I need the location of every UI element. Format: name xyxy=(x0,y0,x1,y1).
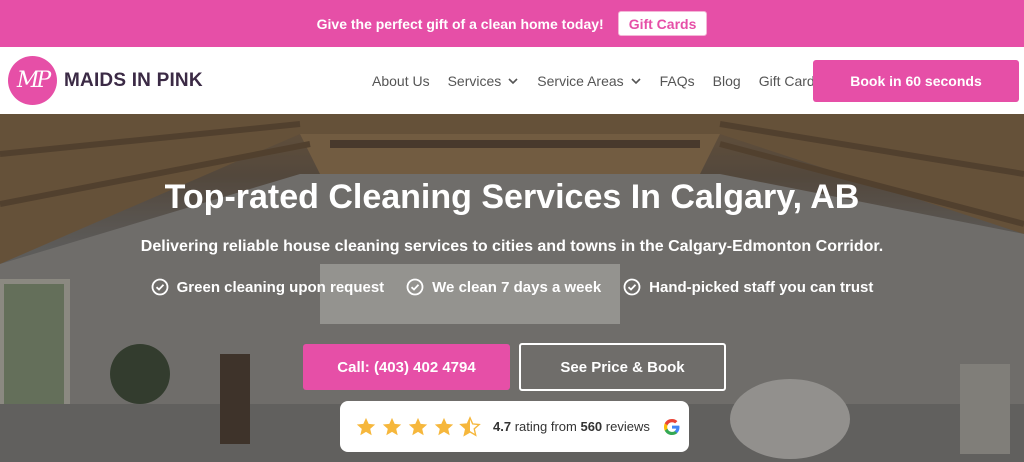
star-icon xyxy=(434,417,454,435)
nav-item-about-us[interactable]: About Us xyxy=(372,73,430,89)
chevron-down-icon xyxy=(508,77,518,84)
nav-item-services[interactable]: Services xyxy=(448,73,520,89)
check-circle-icon xyxy=(151,278,169,296)
feature-label: Green cleaning upon request xyxy=(176,278,385,296)
half-star-icon xyxy=(459,415,481,437)
star-icon xyxy=(382,417,402,435)
rating-score: 4.7 xyxy=(493,419,512,434)
hero-title: Top-rated Cleaning Services In Calgary, … xyxy=(164,178,860,216)
feature-item: Hand-picked staff you can trust xyxy=(623,278,873,296)
check-circle-icon xyxy=(623,278,641,296)
promo-bar: Give the perfect gift of a clean home to… xyxy=(0,0,1024,47)
site-header: MP MAIDS IN PINK About Us Services Servi… xyxy=(0,47,1024,114)
nav-item-label: Blog xyxy=(712,72,741,89)
hero-subtitle: Delivering reliable house cleaning servi… xyxy=(140,238,884,255)
nav-item-label: About Us xyxy=(372,72,430,89)
rating-middle: rating from xyxy=(514,419,577,434)
nav-item-blog[interactable]: Blog xyxy=(713,73,741,89)
nav-item-service-areas[interactable]: Service Areas xyxy=(537,73,641,89)
feature-item: Green cleaning upon request xyxy=(151,278,385,296)
feature-item: We clean 7 days a week xyxy=(406,278,601,296)
main-nav: About Us Services Service Areas FAQs Blo… xyxy=(372,47,840,114)
see-price-book-button[interactable]: See Price & Book xyxy=(519,343,726,391)
feature-label: Hand-picked staff you can trust xyxy=(649,278,874,296)
hero-section: Top-rated Cleaning Services In Calgary, … xyxy=(0,114,1024,462)
promo-text: Give the perfect gift of a clean home to… xyxy=(316,15,604,32)
logo-monogram: MP xyxy=(8,56,57,105)
nav-item-label: Services xyxy=(447,72,502,89)
star-icon xyxy=(408,417,428,435)
review-count: 560 xyxy=(580,419,603,434)
rating-text: 4.7 rating from 560 reviews xyxy=(493,419,650,434)
rating-suffix: reviews xyxy=(605,419,650,434)
nav-item-faqs[interactable]: FAQs xyxy=(660,73,695,89)
check-circle-icon xyxy=(406,278,424,296)
feature-list: Green cleaning upon request We clean 7 d… xyxy=(0,278,1024,296)
logo[interactable]: MP MAIDS IN PINK xyxy=(8,56,203,105)
nav-item-label: FAQs xyxy=(659,72,695,89)
nav-item-label: Service Areas xyxy=(537,72,624,89)
chevron-down-icon xyxy=(631,77,641,84)
rating-badge[interactable]: 4.7 rating from 560 reviews xyxy=(340,401,689,452)
star-icon xyxy=(356,417,376,435)
star-rating xyxy=(355,415,481,438)
logo-name: MAIDS IN PINK xyxy=(64,69,203,91)
feature-label: We clean 7 days a week xyxy=(432,278,602,296)
google-icon xyxy=(663,418,680,435)
call-button[interactable]: Call: (403) 402 4794 xyxy=(303,344,510,390)
promo-gift-cards-button[interactable]: Gift Cards xyxy=(617,11,708,36)
book-button[interactable]: Book in 60 seconds xyxy=(813,60,1019,102)
